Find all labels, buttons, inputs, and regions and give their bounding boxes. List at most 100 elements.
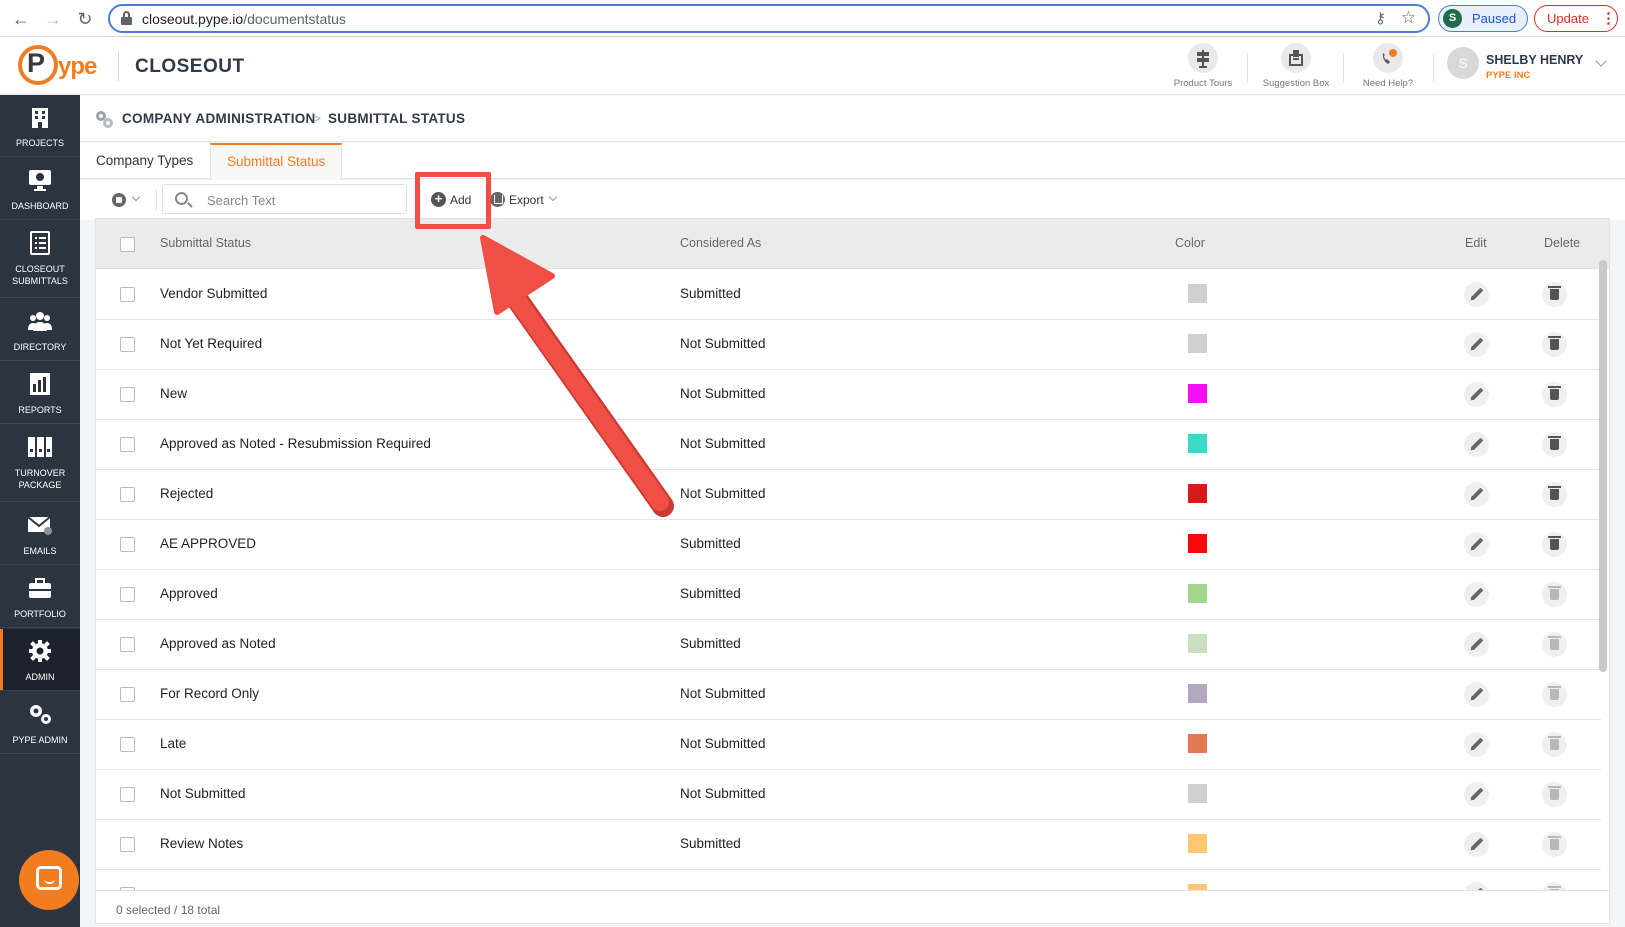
edit-button[interactable]: [1464, 882, 1489, 890]
considered-as-cell: Not Submitted: [680, 786, 766, 801]
row-checkbox[interactable]: [120, 837, 135, 852]
table-row[interactable]: Review Notes Submitted: [96, 820, 1601, 870]
row-checkbox[interactable]: [120, 387, 135, 402]
sidebar-item-projects[interactable]: PROJECTS: [0, 95, 80, 157]
scrollbar-thumb[interactable]: [1599, 260, 1607, 672]
table-row[interactable]: Not Submitted Not Submitted: [96, 770, 1601, 820]
back-arrow-icon[interactable]: ←: [9, 7, 33, 31]
delete-button[interactable]: [1542, 482, 1567, 507]
sidebar-item-turnover-package[interactable]: TURNOVER PACKAGE: [0, 425, 80, 502]
table-row[interactable]: AE APPROVED Submitted: [96, 520, 1601, 570]
edit-button[interactable]: [1464, 682, 1489, 707]
profile-avatar: S: [1443, 9, 1462, 28]
considered-as-cell: Submitted: [680, 586, 741, 601]
breadcrumb-parent[interactable]: COMPANY ADMINISTRATION: [122, 111, 316, 126]
sidebar-item-dashboard[interactable]: DASHBOARD: [0, 158, 80, 220]
address-bar[interactable]: closeout.pype.io/documentstatus ⚷ ☆: [108, 4, 1430, 33]
annotation-highlight-box: [415, 172, 491, 229]
table-row[interactable]: Late Not Submitted: [96, 720, 1601, 770]
trash-icon: [1548, 436, 1561, 450]
column-chooser-button[interactable]: [112, 190, 148, 210]
edit-button[interactable]: [1464, 482, 1489, 507]
sidebar-item-closeout-submittals[interactable]: CLOSEOUT SUBMITTALS: [0, 221, 80, 298]
pencil-icon: [1470, 587, 1484, 601]
table-row[interactable]: Approved Submitted: [96, 570, 1601, 620]
export-icon: [490, 192, 505, 207]
delete-button[interactable]: [1542, 382, 1567, 407]
edit-button[interactable]: [1464, 432, 1489, 457]
sidebar-item-directory[interactable]: DIRECTORY: [0, 299, 80, 361]
table-row[interactable]: Not Yet Required Not Submitted: [96, 320, 1601, 370]
profile-status-label: Paused: [1472, 11, 1517, 26]
need-help-button[interactable]: Need Help?: [1348, 43, 1428, 93]
table-row[interactable]: Approved as Noted - Resubmission Require…: [96, 420, 1601, 470]
edit-button[interactable]: [1464, 582, 1489, 607]
column-header-color[interactable]: Color: [1175, 236, 1205, 250]
column-header-submittal-status[interactable]: Submittal Status: [160, 236, 251, 250]
edit-button[interactable]: [1464, 832, 1489, 857]
row-checkbox[interactable]: [120, 437, 135, 452]
reload-icon[interactable]: ↻: [73, 7, 97, 31]
pype-logo[interactable]: P ype: [18, 45, 108, 87]
edit-button[interactable]: [1464, 282, 1489, 307]
sidebar-item-pype-admin[interactable]: PYPE ADMIN: [0, 692, 80, 754]
table-row[interactable]: [96, 870, 1601, 890]
key-icon[interactable]: ⚷: [1375, 9, 1386, 27]
tab-company-types[interactable]: Company Types: [80, 143, 209, 179]
row-checkbox[interactable]: [120, 287, 135, 302]
product-tours-button[interactable]: Product Tours: [1163, 43, 1243, 93]
row-checkbox[interactable]: [120, 337, 135, 352]
suggestion-box-button[interactable]: Suggestion Box: [1256, 43, 1336, 93]
select-all-checkbox[interactable]: [120, 237, 135, 252]
delete-button[interactable]: [1542, 282, 1567, 307]
export-button[interactable]: Export: [490, 188, 562, 212]
user-avatar[interactable]: S: [1447, 47, 1479, 79]
sidebar-item-admin[interactable]: ADMIN: [0, 629, 80, 691]
monitor-icon: [27, 168, 53, 192]
pencil-icon: [1470, 687, 1484, 701]
user-name[interactable]: SHELBY HENRY: [1486, 53, 1583, 67]
profile-sync-button[interactable]: S Paused: [1438, 5, 1528, 32]
edit-button[interactable]: [1464, 382, 1489, 407]
table-row[interactable]: Vendor Submitted Submitted: [96, 270, 1601, 320]
checklist-icon: [27, 231, 53, 255]
edit-button[interactable]: [1464, 732, 1489, 757]
row-checkbox[interactable]: [120, 737, 135, 752]
chat-launcher-button[interactable]: [19, 850, 79, 910]
edit-button[interactable]: [1464, 332, 1489, 357]
browser-toolbar: ← → ↻ closeout.pype.io/documentstatus ⚷ …: [0, 0, 1625, 37]
edit-button[interactable]: [1464, 532, 1489, 557]
browser-update-button[interactable]: Update ⋮: [1534, 5, 1618, 32]
status-name-cell: Vendor Submitted: [160, 286, 268, 301]
row-checkbox[interactable]: [120, 687, 135, 702]
search-box[interactable]: [162, 184, 407, 214]
color-swatch: [1188, 734, 1207, 753]
delete-button[interactable]: [1542, 332, 1567, 357]
bookmark-star-icon[interactable]: ☆: [1401, 8, 1416, 28]
chevron-down-icon[interactable]: [1595, 55, 1607, 67]
tab-submittal-status[interactable]: Submittal Status: [210, 143, 343, 180]
column-header-considered-as[interactable]: Considered As: [680, 236, 761, 250]
edit-button[interactable]: [1464, 782, 1489, 807]
search-input[interactable]: [207, 191, 397, 209]
edit-button[interactable]: [1464, 632, 1489, 657]
forward-arrow-icon[interactable]: →: [41, 7, 65, 31]
row-checkbox[interactable]: [120, 487, 135, 502]
sidebar-item-reports[interactable]: REPORTS: [0, 362, 80, 424]
table-row[interactable]: New Not Submitted: [96, 370, 1601, 420]
delete-button[interactable]: [1542, 432, 1567, 457]
sidebar-item-portfolio[interactable]: PORTFOLIO: [0, 566, 80, 628]
pencil-icon: [1470, 337, 1484, 351]
row-checkbox[interactable]: [120, 637, 135, 652]
table-row[interactable]: Approved as Noted Submitted: [96, 620, 1601, 670]
row-checkbox[interactable]: [120, 787, 135, 802]
delete-button[interactable]: [1542, 532, 1567, 557]
row-checkbox[interactable]: [120, 587, 135, 602]
table-row[interactable]: For Record Only Not Submitted: [96, 670, 1601, 720]
considered-as-cell: Not Submitted: [680, 436, 766, 451]
table-row[interactable]: Rejected Not Submitted: [96, 470, 1601, 520]
status-name-cell: Approved as Noted - Resubmission Require…: [160, 436, 431, 451]
row-checkbox[interactable]: [120, 537, 135, 552]
sidebar-item-emails[interactable]: EMAILS: [0, 503, 80, 565]
trash-icon: [1548, 486, 1561, 500]
